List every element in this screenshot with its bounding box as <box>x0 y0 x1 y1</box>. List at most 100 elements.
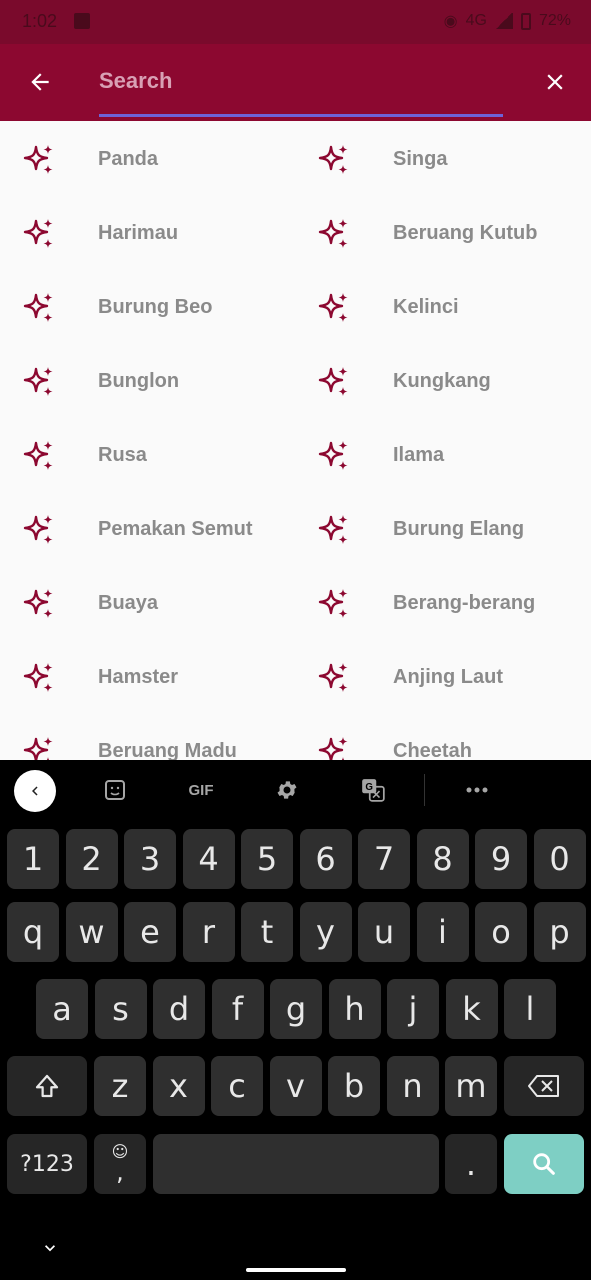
key-t[interactable]: t <box>241 902 293 962</box>
space-key[interactable] <box>153 1134 439 1194</box>
key-f[interactable]: f <box>211 979 264 1039</box>
sparkle-icon <box>317 217 351 251</box>
key-g[interactable]: g <box>270 979 322 1039</box>
suggestion-item[interactable]: Burung Beo <box>0 269 295 343</box>
key-8[interactable]: 8 <box>416 829 469 889</box>
suggestion-item[interactable]: Harimau <box>0 195 295 269</box>
shift-key[interactable] <box>7 1056 87 1116</box>
suggestion-item[interactable]: Pemakan Semut <box>0 491 295 565</box>
suggestion-label: Panda <box>98 148 159 170</box>
suggestion-item[interactable]: Cheetah <box>295 713 590 760</box>
key-k[interactable]: k <box>445 979 498 1039</box>
key-q[interactable]: q <box>7 902 59 962</box>
keyboard-collapse-button[interactable] <box>14 770 56 812</box>
suggestion-item[interactable]: Hamster <box>0 639 295 713</box>
period-key[interactable]: . <box>445 1134 497 1194</box>
suggestion-item[interactable]: Panda <box>0 121 295 195</box>
suggestion-item[interactable]: Kungkang <box>295 343 590 417</box>
svg-text:G: G <box>365 782 373 793</box>
shift-icon <box>35 1074 59 1098</box>
suggestion-label: Berang-berang <box>393 592 536 614</box>
key-3[interactable]: 3 <box>124 829 176 889</box>
suggestion-label: Ilama <box>393 444 445 466</box>
suggestion-item[interactable]: Anjing Laut <box>295 639 590 713</box>
comma-label: , <box>116 1158 124 1186</box>
sparkle-icon <box>317 513 351 547</box>
emoji-comma-key[interactable]: ☺ , <box>94 1134 146 1194</box>
sparkle-icon <box>317 661 351 695</box>
sparkle-icon <box>317 439 351 473</box>
key-b[interactable]: b <box>328 1056 380 1116</box>
sparkle-icon <box>317 587 351 621</box>
key-4[interactable]: 4 <box>182 829 235 889</box>
search-input[interactable] <box>99 64 503 98</box>
suggestion-item[interactable]: Bunglon <box>0 343 295 417</box>
suggestion-label: Harimau <box>98 222 179 244</box>
clear-search-button[interactable] <box>539 66 571 98</box>
suggestion-label: Bunglon <box>98 370 180 392</box>
key-5[interactable]: 5 <box>241 829 293 889</box>
key-7[interactable]: 7 <box>358 829 410 889</box>
key-h[interactable]: h <box>328 979 381 1039</box>
key-x[interactable]: x <box>152 1056 205 1116</box>
back-button[interactable] <box>24 66 56 98</box>
key-1[interactable]: 1 <box>7 829 59 889</box>
key-l[interactable]: l <box>504 979 556 1039</box>
translate-button[interactable]: G <box>359 776 387 804</box>
sparkle-icon <box>22 587 56 621</box>
key-o[interactable]: o <box>475 902 527 962</box>
key-6[interactable]: 6 <box>299 829 352 889</box>
suggestion-item[interactable]: Berang-berang <box>295 565 590 639</box>
search-icon <box>533 1153 555 1175</box>
key-w[interactable]: w <box>65 902 118 962</box>
key-u[interactable]: u <box>358 902 410 962</box>
more-horizontal-icon <box>466 787 488 793</box>
arrow-back-icon <box>31 73 49 91</box>
key-e[interactable]: e <box>124 902 176 962</box>
gesture-nav-handle[interactable] <box>246 1268 346 1272</box>
key-0[interactable]: 0 <box>533 829 586 889</box>
search-app-bar <box>0 44 591 121</box>
sparkle-icon <box>22 439 56 473</box>
suggestion-label: Kelinci <box>393 296 459 318</box>
suggestion-item[interactable]: Beruang Kutub <box>295 195 590 269</box>
key-r[interactable]: r <box>182 902 235 962</box>
key-9[interactable]: 9 <box>475 829 527 889</box>
sticker-button[interactable] <box>101 776 129 804</box>
suggestion-label: Hamster <box>98 666 179 688</box>
key-m[interactable]: m <box>445 1056 497 1116</box>
key-y[interactable]: y <box>299 902 352 962</box>
backspace-key[interactable] <box>504 1056 584 1116</box>
suggestion-item[interactable]: Kelinci <box>295 269 590 343</box>
key-2[interactable]: 2 <box>65 829 118 889</box>
suggestion-label: Anjing Laut <box>393 666 503 688</box>
key-j[interactable]: j <box>387 979 439 1039</box>
close-icon <box>547 74 563 90</box>
chevron-down-icon <box>45 1245 55 1252</box>
key-n[interactable]: n <box>386 1056 439 1116</box>
gif-button[interactable]: GIF <box>184 776 218 804</box>
settings-button[interactable] <box>273 776 301 804</box>
suggestion-label: Pemakan Semut <box>98 518 253 540</box>
key-s[interactable]: s <box>94 979 147 1039</box>
sparkle-icon <box>22 365 56 399</box>
key-v[interactable]: v <box>269 1056 322 1116</box>
suggestion-item[interactable]: Ilama <box>295 417 590 491</box>
key-a[interactable]: a <box>36 979 88 1039</box>
hide-keyboard-button[interactable] <box>36 1234 64 1262</box>
key-c[interactable]: c <box>211 1056 263 1116</box>
suggestion-item[interactable]: Burung Elang <box>295 491 590 565</box>
suggestion-item[interactable]: Singa <box>295 121 590 195</box>
more-button[interactable] <box>462 776 492 804</box>
key-i[interactable]: i <box>416 902 469 962</box>
symbols-key[interactable]: ?123 <box>7 1134 87 1194</box>
key-d[interactable]: d <box>153 979 205 1039</box>
sparkle-icon <box>22 291 56 325</box>
suggestion-item[interactable]: Buaya <box>0 565 295 639</box>
key-p[interactable]: p <box>533 902 586 962</box>
key-z[interactable]: z <box>94 1056 146 1116</box>
suggestion-item[interactable]: Rusa <box>0 417 295 491</box>
search-key[interactable] <box>504 1134 584 1194</box>
suggestion-item[interactable]: Beruang Madu <box>0 713 295 760</box>
suggestion-list: Panda Singa Harimau Beruang Kutub Burung Beo… <box>0 121 591 760</box>
